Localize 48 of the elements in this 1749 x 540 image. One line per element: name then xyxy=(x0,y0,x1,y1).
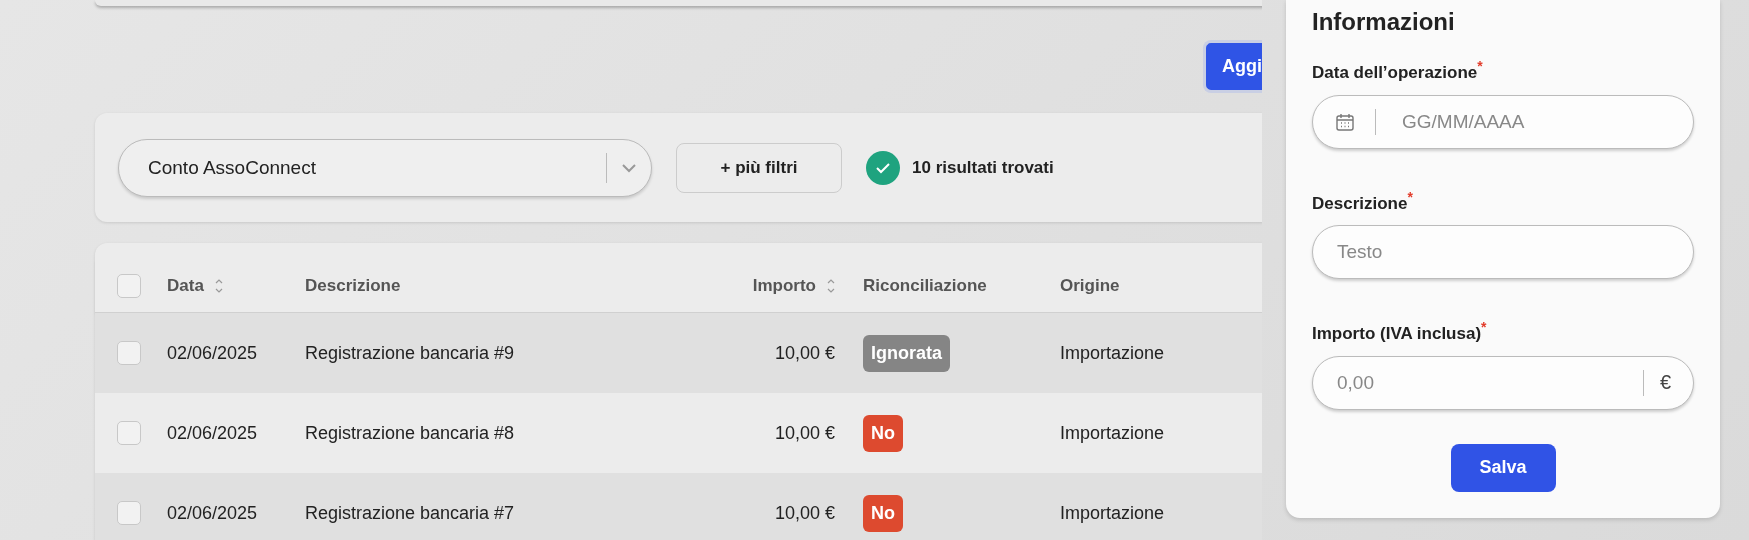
status-badge: No xyxy=(863,494,903,532)
checkbox[interactable] xyxy=(117,421,141,445)
field-label: Descrizione$^{*}$ xyxy=(1312,188,1414,214)
date-cell-text: 02/06/2025 xyxy=(167,342,259,364)
date-input[interactable]: GG/MM/AAAA xyxy=(1400,109,1671,134)
origin-cell-text: Importazione xyxy=(1060,422,1166,444)
account-select[interactable]: Conto AssoConnect xyxy=(118,138,652,197)
table-row[interactable]: 02/06/2025 Registrazione bancaria #7 10,00 € No Importazione xyxy=(95,473,1262,540)
text-input[interactable]: Testo xyxy=(1335,240,1671,265)
panel-title: Informazioni xyxy=(1312,8,1456,36)
description-cell-text: Registrazione bancaria #9 xyxy=(305,342,516,364)
column-header: Descrizione xyxy=(305,276,401,296)
amount-field[interactable]: 0,00 € xyxy=(1312,355,1694,410)
status-badge: Ignorata xyxy=(863,334,950,372)
description-cell-text: Registrazione bancaria #7 xyxy=(305,502,516,524)
date-cell-text: 02/06/2025 xyxy=(167,422,259,444)
origin-cell-text: Importazione xyxy=(1060,502,1166,524)
sort-icon[interactable] xyxy=(826,277,836,295)
field-label: Data dell’operazione$^{*}$ xyxy=(1312,58,1484,83)
column-header: Origine xyxy=(1060,276,1120,296)
sort-icon[interactable] xyxy=(213,277,224,295)
calendar-icon xyxy=(1335,111,1355,132)
checkbox[interactable] xyxy=(117,341,141,365)
checkbox[interactable] xyxy=(117,501,141,525)
column-header: Riconciliazione xyxy=(863,276,987,296)
table-row[interactable]: 02/06/2025 Registrazione bancaria #9 10,00 € Ignorata Importazione xyxy=(95,313,1262,393)
column-header[interactable]: Data xyxy=(167,276,204,296)
results-count: 10 risultati trovati xyxy=(912,157,1054,178)
column-header[interactable]: Importo xyxy=(752,276,816,296)
status-badge: No xyxy=(863,414,903,452)
field-label: Importo (IVA inclusa)$^{*}$ xyxy=(1312,319,1488,344)
add-button[interactable]: Aggi xyxy=(1203,40,1262,93)
save-button[interactable]: Salva xyxy=(1450,443,1556,492)
description-cell-text: Registrazione bancaria #8 xyxy=(305,422,516,444)
amount-cell-text: 10,00 € xyxy=(773,502,836,524)
amount-input[interactable]: 0,00 xyxy=(1335,370,1627,395)
date-field[interactable]: GG/MM/AAAA xyxy=(1312,94,1694,149)
amount-cell-text: 10,00 € xyxy=(773,422,836,444)
more-filters-button[interactable]: + più filtri xyxy=(676,142,842,193)
chevron-down-icon[interactable] xyxy=(621,162,637,173)
amount-cell-text: 10,00 € xyxy=(773,342,836,364)
checkbox[interactable] xyxy=(117,274,141,298)
description-field[interactable]: Testo xyxy=(1312,225,1694,280)
origin-cell-text: Importazione xyxy=(1060,342,1166,364)
date-cell-text: 02/06/2025 xyxy=(167,502,259,524)
table-row[interactable]: 02/06/2025 Registrazione bancaria #8 10,00 € No Importazione xyxy=(95,393,1262,473)
currency-symbol: € xyxy=(1659,371,1671,395)
check-icon xyxy=(866,150,900,185)
